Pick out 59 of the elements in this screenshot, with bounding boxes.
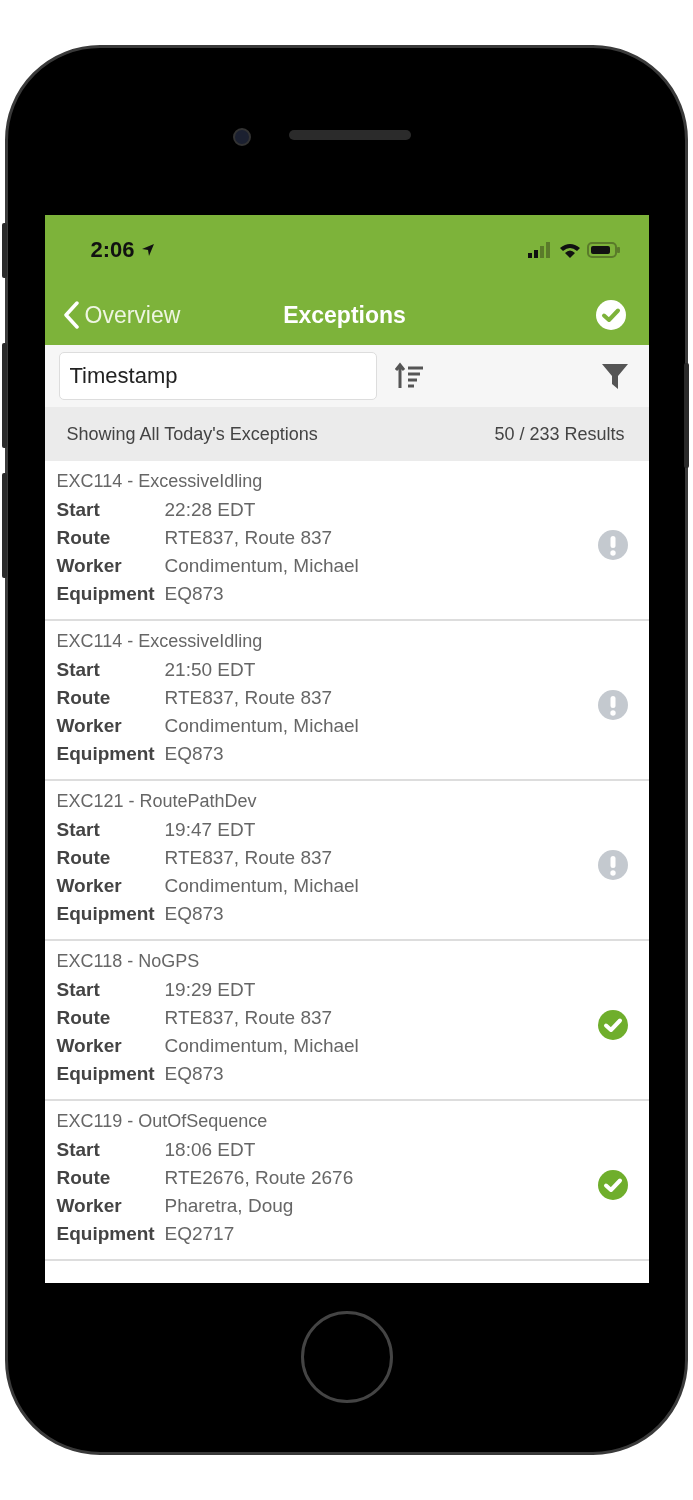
field-label: Worker [56, 1035, 123, 1058]
camera-lens [233, 128, 251, 146]
field-label: Route [56, 847, 112, 870]
field-label: Route [56, 527, 112, 550]
field-label: Route [56, 1007, 112, 1030]
field-value: 19:29 EDT [164, 979, 256, 1002]
field-label: Start [56, 499, 101, 522]
field-label: Start [56, 659, 101, 682]
field-value: RTE837, Route 837 [164, 527, 333, 550]
sort-field[interactable]: Timestamp [58, 352, 377, 400]
sort-icon[interactable] [394, 362, 425, 390]
field-value: EQ2717 [164, 1223, 235, 1246]
field-value: Condimentum, Michael [164, 1035, 359, 1058]
signal-icon [526, 242, 553, 258]
field-value: Condimentum, Michael [164, 875, 359, 898]
field-value: Pharetra, Doug [164, 1195, 294, 1218]
field-label: Worker [56, 555, 123, 578]
field-value: Condimentum, Michael [164, 555, 359, 578]
filter-summary: Showing All Today's Exceptions [66, 423, 318, 445]
field-value: 22:28 EDT [164, 499, 256, 522]
wifi-icon [558, 242, 581, 258]
location-arrow-icon [140, 243, 155, 257]
field-value: EQ873 [164, 1063, 224, 1086]
field-label: Route [56, 687, 112, 710]
exception-title: EXC114 - ExcessiveIdling [56, 631, 264, 653]
field-value: RTE837, Route 837 [164, 1007, 333, 1030]
chevron-left-icon [62, 301, 79, 329]
status-time: 2:06 [90, 237, 135, 263]
field-value: EQ873 [164, 903, 224, 926]
field-label: Equipment [56, 743, 156, 766]
battery-icon [586, 242, 621, 258]
checkmark-circle-icon[interactable] [594, 299, 627, 331]
screen-title: Exceptions [282, 301, 407, 329]
exception-title: EXC121 - RoutePathDev [56, 791, 258, 813]
field-label: Equipment [56, 1063, 156, 1086]
exception-title: EXC119 - OutOfSequence [56, 1111, 269, 1133]
filter-icon[interactable] [600, 362, 629, 390]
field-label: Start [56, 819, 101, 842]
field-label: Equipment [56, 1223, 156, 1246]
field-value: RTE2676, Route 2676 [164, 1167, 354, 1190]
field-label: Worker [56, 1195, 123, 1218]
results-count: 50 / 233 Results [494, 423, 625, 445]
field-label: Worker [56, 875, 123, 898]
field-value: RTE837, Route 837 [164, 847, 333, 870]
field-label: Route [56, 1167, 112, 1190]
field-label: Start [56, 1139, 101, 1162]
field-value: EQ873 [164, 583, 224, 606]
field-label: Start [56, 979, 101, 1002]
field-value: Condimentum, Michael [164, 715, 359, 738]
field-value: 18:06 EDT [164, 1139, 256, 1162]
field-value: 19:47 EDT [164, 819, 256, 842]
field-label: Equipment [56, 903, 156, 926]
field-value: EQ873 [164, 743, 224, 766]
field-label: Equipment [56, 583, 156, 606]
field-value: 21:50 EDT [164, 659, 256, 682]
exception-title: EXC114 - ExcessiveIdling [56, 471, 264, 493]
exception-title: EXC118 - NoGPS [56, 951, 201, 973]
field-label: Worker [56, 715, 123, 738]
field-value: RTE837, Route 837 [164, 687, 333, 710]
